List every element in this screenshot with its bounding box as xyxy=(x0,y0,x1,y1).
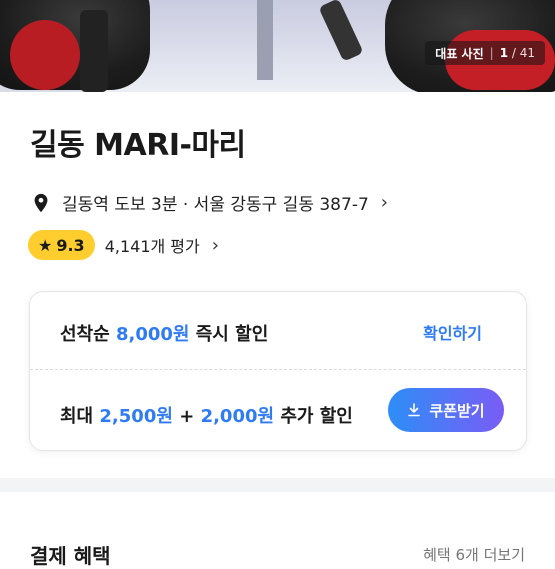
photo-separator: | xyxy=(489,46,494,60)
chevron-right-icon: › xyxy=(211,234,219,256)
extra-discount-text: 최대 2,500원 + 2,000원 추가 할인 xyxy=(60,402,353,428)
photo-count: 1 / 41 xyxy=(500,46,535,60)
instant-discount-prefix: 선착순 xyxy=(60,324,110,345)
extra-discount-suffix: 추가 할인 xyxy=(280,406,353,427)
extra-discount-amount-2: 2,000원 xyxy=(200,406,275,427)
page-title: 길동 MARI-마리 xyxy=(30,128,246,163)
star-icon: ★ xyxy=(38,235,53,255)
coupon-card: 선착순 8,000원 즉시 할인 확인하기 최대 2,500원 + 2,000원… xyxy=(29,291,527,451)
extra-discount-plus: + xyxy=(179,406,195,427)
chair-left-arm xyxy=(80,10,108,92)
get-coupon-label: 쿠폰받기 xyxy=(429,401,485,420)
photo-label: 대표 사진 xyxy=(435,46,484,61)
card-divider xyxy=(30,369,526,370)
photo-slash: / xyxy=(508,46,520,60)
photo-counter-badge[interactable]: 대표 사진 | 1 / 41 xyxy=(425,41,545,65)
extra-discount-amount-1: 2,500원 xyxy=(99,406,173,427)
photo-total: 41 xyxy=(519,46,535,60)
extra-discount-prefix: 최대 xyxy=(60,406,94,427)
chevron-right-icon: › xyxy=(380,192,388,213)
rating-badge: ★ 9.3 xyxy=(28,230,95,260)
confirm-link[interactable]: 확인하기 xyxy=(423,320,482,344)
photo-current: 1 xyxy=(499,46,509,60)
get-coupon-button[interactable]: 쿠폰받기 xyxy=(388,388,504,432)
rating-row[interactable]: ★ 9.3 4,141개 평가 › xyxy=(28,230,219,260)
section-divider xyxy=(0,478,555,492)
location-pin-icon xyxy=(34,193,48,212)
address-text: 길동역 도보 3분 · 서울 강동구 길동 387-7 xyxy=(62,195,369,215)
review-count: 4,141개 평가 xyxy=(104,237,200,256)
photo-pole xyxy=(257,0,273,80)
address-row[interactable]: 길동역 도보 3분 · 서울 강동구 길동 387-7 › xyxy=(30,190,388,215)
payment-benefits-section: 결제 혜택 혜택 6개 더보기 xyxy=(0,492,555,568)
instant-discount-amount: 8,000원 xyxy=(115,324,190,345)
rating-value: 9.3 xyxy=(56,235,85,255)
instant-discount-suffix: 즉시 할인 xyxy=(195,324,269,345)
download-icon xyxy=(408,403,421,417)
chair-left-accent xyxy=(10,20,80,90)
hero-photo[interactable]: 대표 사진 | 1 / 41 xyxy=(0,0,555,92)
instant-discount-text: 선착순 8,000원 즉시 할인 xyxy=(60,320,268,346)
